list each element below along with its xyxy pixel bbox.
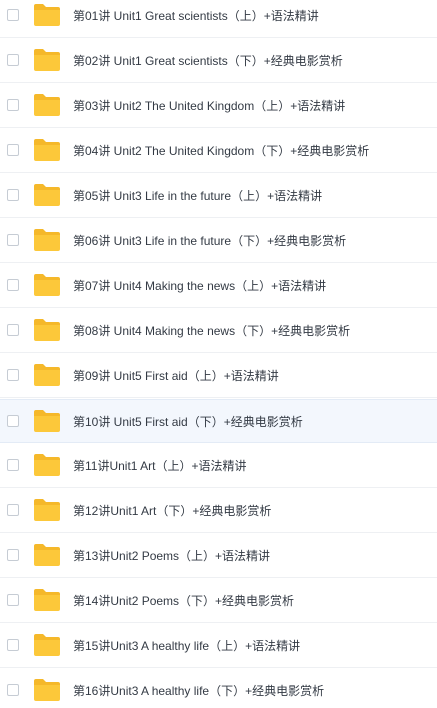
file-row[interactable]: 第14讲Unit2 Poems（下）+经典电影赏析 (0, 579, 437, 623)
file-row[interactable]: 第07讲 Unit4 Making the news（上）+语法精讲 (0, 264, 437, 308)
file-name[interactable]: 第07讲 Unit4 Making the news（上）+语法精讲 (73, 264, 326, 308)
file-row[interactable]: 第15讲Unit3 A healthy life（上）+语法精讲 (0, 624, 437, 668)
file-name[interactable]: 第16讲Unit3 A healthy life（下）+经典电影赏析 (73, 669, 324, 708)
file-name[interactable]: 第14讲Unit2 Poems（下）+经典电影赏析 (73, 579, 294, 623)
file-row[interactable]: 第03讲 Unit2 The United Kingdom（上）+语法精讲 (0, 84, 437, 128)
file-name[interactable]: 第15讲Unit3 A healthy life（上）+语法精讲 (73, 624, 300, 668)
file-row[interactable]: 第11讲Unit1 Art（上）+语法精讲 (0, 444, 437, 488)
folder-icon (34, 499, 60, 521)
select-checkbox[interactable] (7, 54, 19, 66)
folder-icon (34, 229, 60, 251)
file-row[interactable]: 第10讲 Unit5 First aid（下）+经典电影赏析 (0, 399, 437, 443)
file-name[interactable]: 第01讲 Unit1 Great scientists（上）+语法精讲 (73, 0, 319, 38)
select-checkbox[interactable] (7, 684, 19, 696)
file-name[interactable]: 第10讲 Unit5 First aid（下）+经典电影赏析 (73, 400, 303, 444)
folder-icon (34, 139, 60, 161)
folder-icon (34, 49, 60, 71)
select-checkbox[interactable] (7, 369, 19, 381)
folder-icon (34, 589, 60, 611)
select-checkbox[interactable] (7, 549, 19, 561)
file-row[interactable]: 第16讲Unit3 A healthy life（下）+经典电影赏析 (0, 669, 437, 708)
folder-icon (34, 679, 60, 701)
folder-icon (34, 319, 60, 341)
file-name[interactable]: 第03讲 Unit2 The United Kingdom（上）+语法精讲 (73, 84, 345, 128)
file-name[interactable]: 第08讲 Unit4 Making the news（下）+经典电影赏析 (73, 309, 350, 353)
folder-icon (34, 184, 60, 206)
file-name[interactable]: 第09讲 Unit5 First aid（上）+语法精讲 (73, 354, 279, 398)
folder-icon (34, 544, 60, 566)
file-row[interactable]: 第01讲 Unit1 Great scientists（上）+语法精讲 (0, 0, 437, 38)
file-row[interactable]: 第05讲 Unit3 Life in the future（上）+语法精讲 (0, 174, 437, 218)
select-checkbox[interactable] (7, 504, 19, 516)
file-name[interactable]: 第13讲Unit2 Poems（上）+语法精讲 (73, 534, 270, 578)
file-name[interactable]: 第04讲 Unit2 The United Kingdom（下）+经典电影赏析 (73, 129, 369, 173)
file-row[interactable]: 第02讲 Unit1 Great scientists（下）+经典电影赏析 (0, 39, 437, 83)
select-checkbox[interactable] (7, 9, 19, 21)
select-checkbox[interactable] (7, 189, 19, 201)
file-row[interactable]: 第06讲 Unit3 Life in the future（下）+经典电影赏析 (0, 219, 437, 263)
file-row[interactable]: 第12讲Unit1 Art（下）+经典电影赏析 (0, 489, 437, 533)
folder-icon (34, 410, 60, 432)
file-name[interactable]: 第11讲Unit1 Art（上）+语法精讲 (73, 444, 247, 488)
select-checkbox[interactable] (7, 459, 19, 471)
folder-icon (34, 634, 60, 656)
select-checkbox[interactable] (7, 234, 19, 246)
select-checkbox[interactable] (7, 99, 19, 111)
folder-icon (34, 94, 60, 116)
folder-icon (34, 4, 60, 26)
file-name[interactable]: 第06讲 Unit3 Life in the future（下）+经典电影赏析 (73, 219, 346, 263)
file-name[interactable]: 第12讲Unit1 Art（下）+经典电影赏析 (73, 489, 271, 533)
select-checkbox[interactable] (7, 279, 19, 291)
select-checkbox[interactable] (7, 144, 19, 156)
select-checkbox[interactable] (7, 415, 19, 427)
file-row[interactable]: 第13讲Unit2 Poems（上）+语法精讲 (0, 534, 437, 578)
folder-icon (34, 274, 60, 296)
file-list: 第01讲 Unit1 Great scientists（上）+语法精讲 第02讲 … (0, 0, 437, 708)
file-row[interactable]: 第08讲 Unit4 Making the news（下）+经典电影赏析 (0, 309, 437, 353)
folder-icon (34, 364, 60, 386)
file-name[interactable]: 第02讲 Unit1 Great scientists（下）+经典电影赏析 (73, 39, 343, 83)
file-row[interactable]: 第09讲 Unit5 First aid（上）+语法精讲 (0, 354, 437, 398)
folder-icon (34, 454, 60, 476)
file-name[interactable]: 第05讲 Unit3 Life in the future（上）+语法精讲 (73, 174, 322, 218)
select-checkbox[interactable] (7, 324, 19, 336)
select-checkbox[interactable] (7, 594, 19, 606)
file-row[interactable]: 第04讲 Unit2 The United Kingdom（下）+经典电影赏析 (0, 129, 437, 173)
select-checkbox[interactable] (7, 639, 19, 651)
